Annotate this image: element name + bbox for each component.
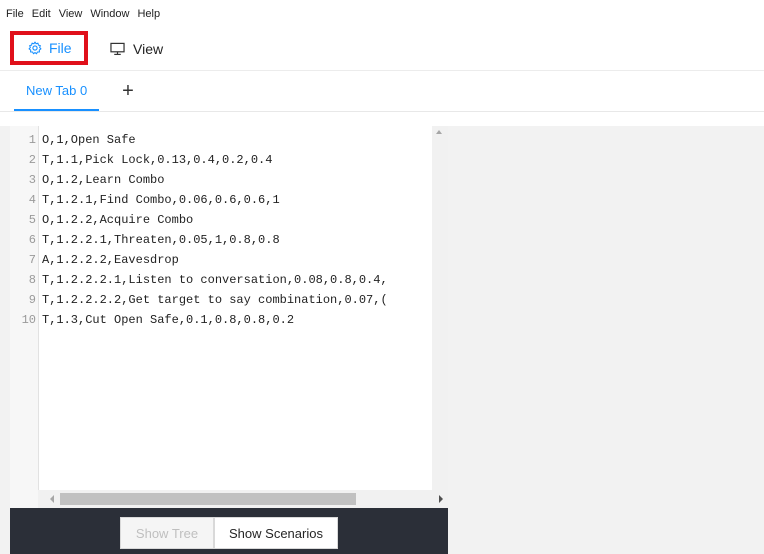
- file-button-label: File: [49, 40, 72, 56]
- line-number: 2: [28, 153, 36, 167]
- gear-icon: [28, 41, 42, 55]
- line-text: O,1.2.2,Acquire Combo: [42, 213, 194, 227]
- tab-new-tab-0[interactable]: New Tab 0: [14, 71, 100, 111]
- add-tab-button[interactable]: +: [118, 77, 138, 105]
- toolbar: File View: [0, 28, 764, 71]
- line-text: T,1.2.2.1,Threaten,0.05,1,0.8,0.8: [42, 233, 280, 247]
- line-number: 7: [28, 253, 36, 267]
- line-number: 5: [28, 213, 36, 227]
- line-text: T,1.3,Cut Open Safe,0.1,0.8,0.8,0.2: [42, 313, 295, 327]
- scroll-up-arrow-icon[interactable]: [436, 130, 442, 134]
- view-button-label: View: [133, 41, 164, 57]
- editor-area: 1 O,1,Open Safe 2 T,1.1,Pick Lock,0.13,0…: [0, 126, 764, 554]
- show-scenarios-button[interactable]: Show Scenarios: [214, 517, 338, 549]
- view-button[interactable]: View: [110, 34, 163, 64]
- line-text: T,1.1,Pick Lock,0.13,0.4,0.2,0.4: [42, 153, 273, 167]
- line-text: T,1.2.2.2.1,Listen to conversation,0.08,…: [42, 273, 388, 287]
- file-button[interactable]: File: [10, 31, 88, 65]
- menu-help[interactable]: Help: [137, 8, 160, 20]
- show-tree-button[interactable]: Show Tree: [120, 517, 214, 549]
- line-text: O,1.2,Learn Combo: [42, 173, 165, 187]
- menu-view[interactable]: View: [59, 8, 83, 20]
- line-number: 3: [28, 173, 36, 187]
- menu-file[interactable]: File: [6, 8, 24, 20]
- tab-bar: New Tab 0 +: [0, 71, 764, 112]
- scroll-right-arrow-icon[interactable]: [439, 495, 443, 503]
- horizontal-scrollbar[interactable]: [38, 490, 448, 508]
- code-editor[interactable]: 1 O,1,Open Safe 2 T,1.1,Pick Lock,0.13,0…: [10, 126, 448, 508]
- menu-window[interactable]: Window: [90, 8, 129, 20]
- horizontal-scroll-thumb[interactable]: [60, 493, 356, 505]
- menu-edit[interactable]: Edit: [32, 8, 51, 20]
- menu-bar: File Edit View Window Help: [0, 0, 764, 28]
- line-number: 10: [21, 313, 36, 327]
- line-number: 4: [28, 193, 36, 207]
- line-number: 9: [28, 293, 36, 307]
- line-text: A,1.2.2.2,Eavesdrop: [42, 253, 179, 267]
- line-text: T,1.2.1,Find Combo,0.06,0.6,0.6,1: [42, 193, 280, 207]
- monitor-icon: [110, 42, 125, 56]
- vertical-scrollbar[interactable]: [432, 126, 448, 492]
- line-text: O,1,Open Safe: [42, 133, 136, 147]
- line-number: 8: [28, 273, 36, 287]
- line-number: 1: [28, 133, 36, 147]
- line-text: T,1.2.2.2.2,Get target to say combinatio…: [42, 293, 388, 307]
- editor-footer: Show Tree Show Scenarios: [10, 508, 448, 554]
- line-number: 6: [28, 233, 36, 247]
- scroll-left-arrow-icon[interactable]: [50, 495, 54, 503]
